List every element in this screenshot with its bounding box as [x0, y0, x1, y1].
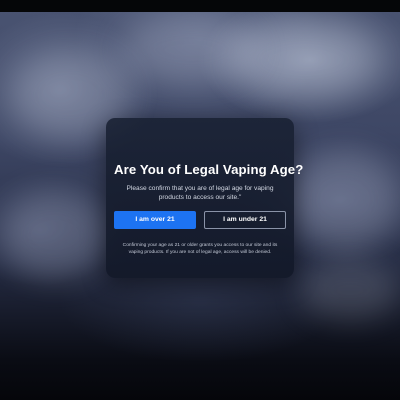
smoke-cloud — [120, 15, 260, 85]
modal-title: Are You of Legal Vaping Age? — [114, 162, 304, 177]
age-disclaimer: Confirming your age as 21 or older grant… — [122, 242, 278, 255]
modal-description: Please confirm that you are of legal age… — [126, 185, 274, 202]
age-verification-modal: Are You of Legal Vaping Age? Please conf… — [106, 118, 304, 278]
smoke-cloud — [300, 260, 400, 320]
page-viewport: Are You of Legal Vaping Age? Please conf… — [0, 0, 400, 400]
smoke-cloud — [290, 150, 400, 250]
button-row: I am over 21 I am under 21 — [114, 211, 286, 229]
under-21-button[interactable]: I am under 21 — [204, 211, 286, 229]
over-21-button[interactable]: I am over 21 — [114, 211, 196, 229]
smoke-cloud — [0, 190, 110, 280]
top-bar — [0, 0, 400, 12]
